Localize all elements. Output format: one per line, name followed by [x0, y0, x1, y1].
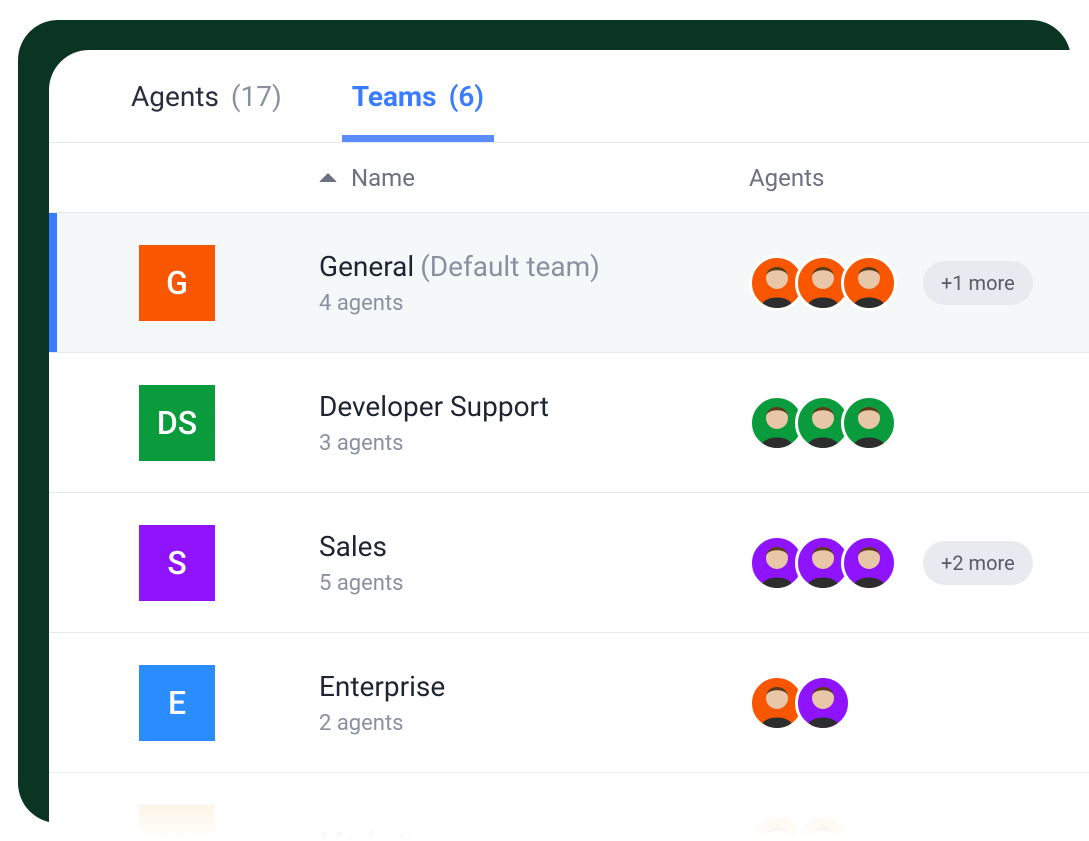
- tab-teams[interactable]: Teams (6): [342, 70, 494, 142]
- team-row[interactable]: DS Developer Support 3 agents: [49, 353, 1089, 493]
- tab-agents[interactable]: Agents (17): [121, 70, 292, 142]
- avatar: [795, 815, 851, 841]
- team-name: Developer Support: [319, 390, 749, 423]
- team-name-block: Developer Support 3 agents: [319, 390, 749, 456]
- team-avatars: [749, 815, 851, 841]
- avatar: [841, 395, 897, 451]
- team-initials-badge: DS: [139, 385, 215, 461]
- avatar: [841, 255, 897, 311]
- team-row[interactable]: E Enterprise 2 agents: [49, 633, 1089, 773]
- team-name-block: Marketing: [319, 826, 749, 841]
- team-name-block: General(Default team) 4 agents: [319, 250, 749, 316]
- tab-teams-count: (6): [449, 80, 485, 113]
- column-name[interactable]: Name: [319, 164, 749, 192]
- tab-agents-label: Agents: [131, 80, 219, 113]
- team-name: Enterprise: [319, 670, 749, 703]
- team-agents-count: 5 agents: [319, 571, 749, 596]
- more-agents-chip[interactable]: +2 more: [923, 541, 1033, 585]
- team-initials-badge: E: [139, 665, 215, 741]
- avatar: [841, 535, 897, 591]
- team-initials-badge: G: [139, 245, 215, 321]
- team-agents-count: 2 agents: [319, 711, 749, 736]
- column-agents-label: Agents: [749, 164, 824, 192]
- tab-agents-count: (17): [231, 80, 282, 113]
- teams-panel: Agents (17) Teams (6) Name Agents G Gener…: [49, 50, 1089, 841]
- teams-list: G General(Default team) 4 agents +1 more DS…: [49, 213, 1089, 841]
- team-avatars: [749, 535, 897, 591]
- team-name: General(Default team): [319, 250, 749, 283]
- team-name: Sales: [319, 530, 749, 563]
- team-name-block: Enterprise 2 agents: [319, 670, 749, 736]
- team-name-block: Sales 5 agents: [319, 530, 749, 596]
- column-agents[interactable]: Agents: [749, 164, 824, 192]
- team-agents-count: 4 agents: [319, 291, 749, 316]
- team-name: Marketing: [319, 826, 749, 841]
- team-avatars: [749, 255, 897, 311]
- avatar: [795, 675, 851, 731]
- team-agents-count: 3 agents: [319, 431, 749, 456]
- team-row[interactable]: G General(Default team) 4 agents +1 more: [49, 213, 1089, 353]
- tab-teams-label: Teams: [352, 80, 437, 113]
- team-avatars: [749, 395, 897, 451]
- team-initials-badge: M: [139, 805, 215, 841]
- more-agents-chip[interactable]: +1 more: [923, 261, 1033, 305]
- team-row[interactable]: M Marketing: [49, 773, 1089, 841]
- team-avatars: [749, 675, 851, 731]
- team-note: (Default team): [420, 250, 600, 283]
- team-row[interactable]: S Sales 5 agents +2 more: [49, 493, 1089, 633]
- column-name-label: Name: [351, 164, 415, 192]
- sort-asc-icon: [319, 173, 337, 182]
- column-header-row: Name Agents: [49, 143, 1089, 213]
- tabs-bar: Agents (17) Teams (6): [49, 50, 1089, 143]
- team-initials-badge: S: [139, 525, 215, 601]
